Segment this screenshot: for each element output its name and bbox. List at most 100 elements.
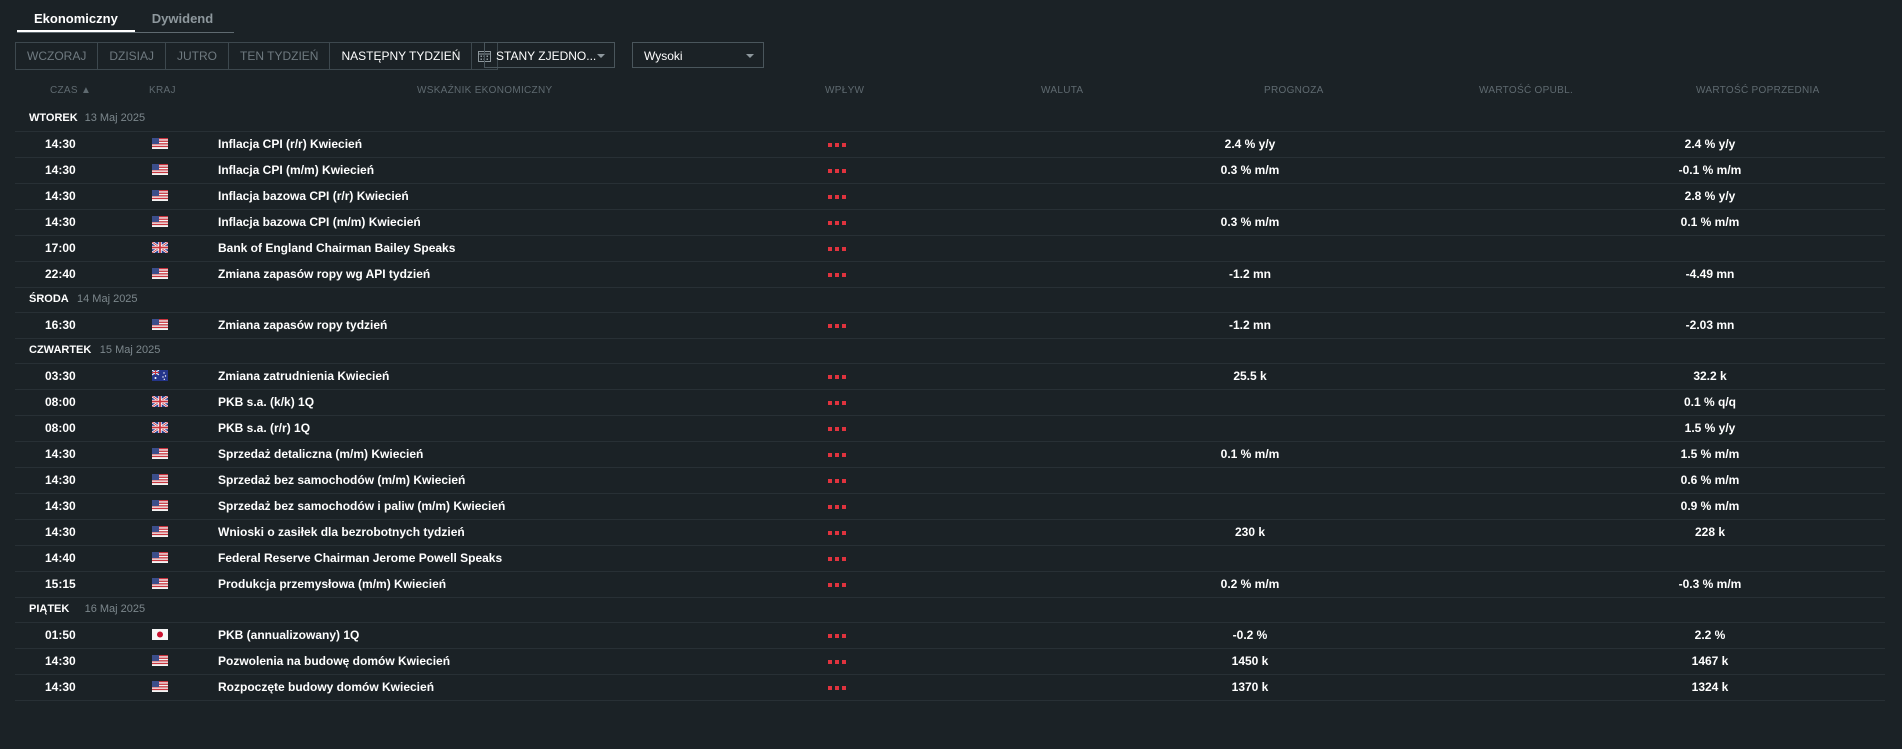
us-flag-icon: [152, 138, 168, 149]
event-previous: 0.1 % m/m: [1680, 215, 1740, 229]
table-header: CZAS ▲ KRAJ WSKAŹNIK EKONOMICZNY WPŁYW W…: [0, 85, 1902, 97]
day-date: 16 Maj 2025: [84, 603, 146, 615]
table-row[interactable]: 14:30 Inflacja bazowa CPI (r/r) Kwiecień 2…: [15, 184, 1885, 210]
event-time: 14:30: [45, 215, 76, 229]
event-indicator[interactable]: PKB (annualizowany) 1Q: [218, 623, 359, 648]
event-previous: 1467 k: [1691, 654, 1729, 668]
table-row[interactable]: 14:30 Inflacja bazowa CPI (m/m) Kwiecień 0…: [15, 210, 1885, 236]
impact-high-icon: [828, 442, 846, 467]
table-row[interactable]: 14:30 Inflacja CPI (m/m) Kwiecień 0.3 % m/…: [15, 158, 1885, 184]
event-previous: 0.1 % q/q: [1683, 395, 1736, 409]
gb-flag-icon: [151, 395, 169, 408]
event-indicator[interactable]: Sprzedaż bez samochodów (m/m) Kwiecień: [218, 468, 465, 493]
gb-flag-icon: [151, 241, 169, 254]
table-row[interactable]: 08:00 PKB s.a. (k/k) 1Q 0.1 % q/q: [15, 390, 1885, 416]
event-forecast: 1370 k: [1231, 680, 1269, 694]
event-indicator[interactable]: Inflacja CPI (r/r) Kwiecień: [218, 132, 362, 157]
date-range-buttons: WCZORAJ DZISIAJ JUTRO TEN TYDZIEŃ NASTĘP…: [15, 42, 499, 70]
us-flag-icon: [152, 268, 168, 279]
country-select[interactable]: STANY ZJEDNO...: [484, 42, 615, 68]
event-indicator[interactable]: Inflacja CPI (m/m) Kwiecień: [218, 158, 374, 183]
day-date: 15 Maj 2025: [99, 344, 161, 356]
event-indicator[interactable]: Inflacja bazowa CPI (r/r) Kwiecień: [218, 184, 409, 209]
event-forecast: 0.2 % m/m: [1220, 577, 1280, 591]
table-row[interactable]: 14:30 Sprzedaż detaliczna (m/m) Kwiecień 0…: [15, 442, 1885, 468]
impact-high-icon: [828, 158, 846, 183]
us-flag-icon: [152, 319, 168, 330]
tab-economic[interactable]: Ekonomiczny: [17, 10, 135, 32]
importance-select[interactable]: Wysoki: [632, 42, 764, 68]
range-yesterday-button[interactable]: WCZORAJ: [16, 43, 99, 69]
table-row[interactable]: 14:30 Wnioski o zasiłek dla bezrobotnych …: [15, 520, 1885, 546]
impact-high-icon: [828, 546, 846, 571]
col-indicator-header: WSKAŹNIK EKONOMICZNY: [417, 85, 553, 96]
day-group-header: PIĄTEK 16 Maj 2025: [15, 598, 1885, 623]
table-row[interactable]: 16:30 Zmiana zapasów ropy tydzień -1.2 mn -…: [15, 313, 1885, 339]
tab-dividend[interactable]: Dywidend: [135, 10, 230, 32]
us-flag-icon: [152, 474, 168, 485]
us-flag-icon: [152, 552, 168, 563]
event-time: 08:00: [45, 421, 76, 435]
event-indicator[interactable]: Pozwolenia na budowę domów Kwiecień: [218, 649, 450, 674]
events-table: WTOREK 13 Maj 2025 14:30 Inflacja CPI (r/r)…: [15, 107, 1885, 701]
col-forecast-header: PROGNOZA: [1264, 85, 1324, 96]
event-indicator[interactable]: PKB s.a. (k/k) 1Q: [218, 390, 314, 415]
table-row[interactable]: 22:40 Zmiana zapasów ropy wg API tydzień -…: [15, 262, 1885, 288]
au-flag-icon: [151, 369, 168, 381]
day-date: 13 Maj 2025: [84, 112, 146, 124]
event-indicator[interactable]: PKB s.a. (r/r) 1Q: [218, 416, 310, 441]
range-today-button[interactable]: DZISIAJ: [98, 43, 166, 69]
event-indicator[interactable]: Bank of England Chairman Bailey Speaks: [218, 236, 455, 261]
table-row[interactable]: 14:30 Inflacja CPI (r/r) Kwiecień 2.4 % y/…: [15, 132, 1885, 158]
range-next-week-button[interactable]: NASTĘPNY TYDZIEŃ: [330, 43, 473, 69]
event-forecast: -1.2 mn: [1228, 318, 1271, 332]
event-previous: 2.4 % y/y: [1684, 137, 1736, 151]
table-row[interactable]: 17:00 Bank of England Chairman Bailey Spe…: [15, 236, 1885, 262]
event-indicator[interactable]: Federal Reserve Chairman Jerome Powell S…: [218, 546, 502, 571]
event-previous: 1324 k: [1691, 680, 1729, 694]
jp-flag-icon: [152, 629, 168, 640]
table-row[interactable]: 14:30 Rozpoczęte budowy domów Kwiecień 137…: [15, 675, 1885, 701]
table-row[interactable]: 14:30 Sprzedaż bez samochodów (m/m) Kwiec…: [15, 468, 1885, 494]
us-flag-icon: [152, 500, 168, 511]
event-indicator[interactable]: Produkcja przemysłowa (m/m) Kwiecień: [218, 572, 446, 597]
event-time: 14:30: [45, 680, 76, 694]
event-forecast: 230 k: [1234, 525, 1266, 539]
event-indicator[interactable]: Sprzedaż bez samochodów i paliw (m/m) Kw…: [218, 494, 505, 519]
table-row[interactable]: 14:30 Pozwolenia na budowę domów Kwiecień…: [15, 649, 1885, 675]
impact-high-icon: [828, 520, 846, 545]
event-indicator[interactable]: Rozpoczęte budowy domów Kwiecień: [218, 675, 434, 700]
table-row[interactable]: 15:15 Produkcja przemysłowa (m/m) Kwiecie…: [15, 572, 1885, 598]
event-time: 14:30: [45, 163, 76, 177]
table-row[interactable]: 01:50 PKB (annualizowany) 1Q -0.2 % 2.2 %: [15, 623, 1885, 649]
event-previous: -0.1 % m/m: [1678, 163, 1742, 177]
range-this-week-button[interactable]: TEN TYDZIEŃ: [229, 43, 331, 69]
range-tomorrow-button[interactable]: JUTRO: [166, 43, 229, 69]
impact-high-icon: [828, 132, 846, 157]
impact-high-icon: [828, 468, 846, 493]
event-forecast: 2.4 % y/y: [1224, 137, 1276, 151]
event-forecast: 1450 k: [1231, 654, 1269, 668]
day-group-header: ŚRODA 14 Maj 2025: [15, 288, 1885, 313]
event-time: 14:30: [45, 499, 76, 513]
event-indicator[interactable]: Inflacja bazowa CPI (m/m) Kwiecień: [218, 210, 421, 235]
event-time: 14:40: [45, 551, 76, 565]
day-date: 14 Maj 2025: [77, 293, 138, 305]
day-name: ŚRODA: [29, 293, 69, 305]
chevron-down-icon: [746, 54, 754, 58]
impact-high-icon: [828, 262, 846, 287]
event-indicator[interactable]: Sprzedaż detaliczna (m/m) Kwiecień: [218, 442, 423, 467]
table-row[interactable]: 08:00 PKB s.a. (r/r) 1Q 1.5 % y/y: [15, 416, 1885, 442]
event-indicator[interactable]: Zmiana zatrudnienia Kwiecień: [218, 364, 389, 389]
col-time-header[interactable]: CZAS ▲: [50, 85, 91, 96]
us-flag-icon: [152, 190, 168, 201]
event-indicator[interactable]: Wnioski o zasiłek dla bezrobotnych tydzi…: [218, 520, 465, 545]
impact-high-icon: [828, 364, 846, 389]
table-row[interactable]: 14:30 Sprzedaż bez samochodów i paliw (m/…: [15, 494, 1885, 520]
us-flag-icon: [152, 655, 168, 666]
table-row[interactable]: 03:30 Zmiana zatrudnienia Kwiecień 25.5 k 3…: [15, 364, 1885, 390]
event-previous: 2.2 %: [1694, 628, 1726, 642]
event-indicator[interactable]: Zmiana zapasów ropy tydzień: [218, 313, 387, 338]
table-row[interactable]: 14:40 Federal Reserve Chairman Jerome Pow…: [15, 546, 1885, 572]
event-indicator[interactable]: Zmiana zapasów ropy wg API tydzień: [218, 262, 430, 287]
